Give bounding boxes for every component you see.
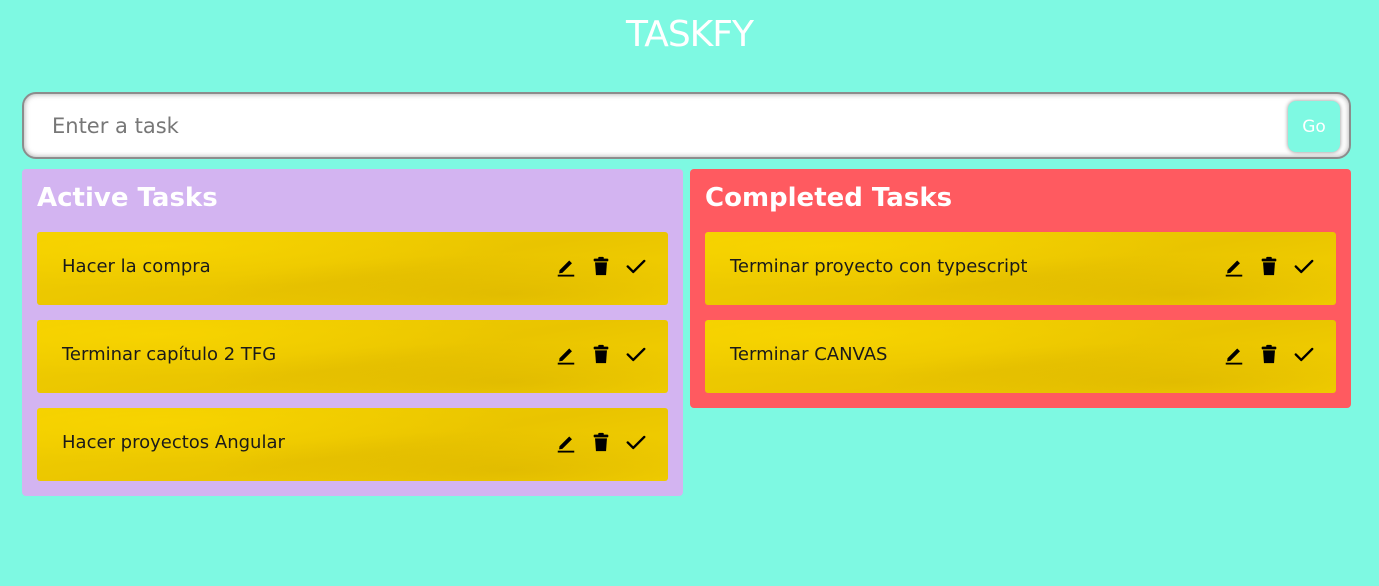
task-text: Terminar capítulo 2 TFG	[62, 344, 277, 365]
task-text: Hacer la compra	[62, 256, 211, 277]
pencil-icon	[557, 260, 574, 277]
go-button[interactable]: Go	[1288, 101, 1340, 152]
active-tasks-title: Active Tasks	[37, 183, 218, 213]
trash-icon	[593, 344, 608, 364]
task-actions	[1221, 342, 1316, 366]
edit-button[interactable]	[1221, 342, 1246, 366]
delete-button[interactable]	[588, 254, 613, 278]
check-icon	[1294, 347, 1313, 362]
completed-tasks-panel: Completed Tasks Terminar proyecto con ty…	[690, 169, 1351, 408]
pencil-icon	[1225, 260, 1242, 277]
active-tasks-panel: Active Tasks Hacer la compra Terminar ca…	[22, 169, 683, 496]
edit-button[interactable]	[553, 342, 578, 366]
complete-button[interactable]	[623, 342, 648, 366]
task-input[interactable]	[36, 102, 1286, 149]
task-text: Terminar CANVAS	[730, 344, 888, 365]
task-actions	[553, 342, 648, 366]
trash-icon	[1261, 256, 1276, 276]
pencil-icon	[557, 348, 574, 365]
check-icon	[1294, 259, 1313, 274]
task-card: Hacer la compra	[37, 232, 668, 305]
pencil-icon	[557, 436, 574, 453]
edit-button[interactable]	[553, 254, 578, 278]
task-actions	[553, 430, 648, 454]
task-card: Terminar CANVAS	[705, 320, 1336, 393]
task-actions	[553, 254, 648, 278]
edit-button[interactable]	[553, 430, 578, 454]
app-title: TASKFY	[626, 14, 754, 55]
task-card: Terminar proyecto con typescript	[705, 232, 1336, 305]
trash-icon	[593, 432, 608, 452]
task-card: Hacer proyectos Angular	[37, 408, 668, 481]
trash-icon	[1261, 344, 1276, 364]
delete-button[interactable]	[1256, 254, 1281, 278]
completed-tasks-title: Completed Tasks	[705, 183, 953, 213]
complete-button[interactable]	[1291, 254, 1316, 278]
task-text: Hacer proyectos Angular	[62, 432, 285, 453]
delete-button[interactable]	[588, 342, 613, 366]
task-card: Terminar capítulo 2 TFG	[37, 320, 668, 393]
check-icon	[626, 435, 645, 450]
delete-button[interactable]	[1256, 342, 1281, 366]
trash-icon	[593, 256, 608, 276]
complete-button[interactable]	[623, 430, 648, 454]
task-form: Go	[22, 92, 1351, 159]
complete-button[interactable]	[623, 254, 648, 278]
check-icon	[626, 347, 645, 362]
task-text: Terminar proyecto con typescript	[730, 256, 1028, 277]
edit-button[interactable]	[1221, 254, 1246, 278]
pencil-icon	[1225, 348, 1242, 365]
task-actions	[1221, 254, 1316, 278]
check-icon	[626, 259, 645, 274]
complete-button[interactable]	[1291, 342, 1316, 366]
delete-button[interactable]	[588, 430, 613, 454]
